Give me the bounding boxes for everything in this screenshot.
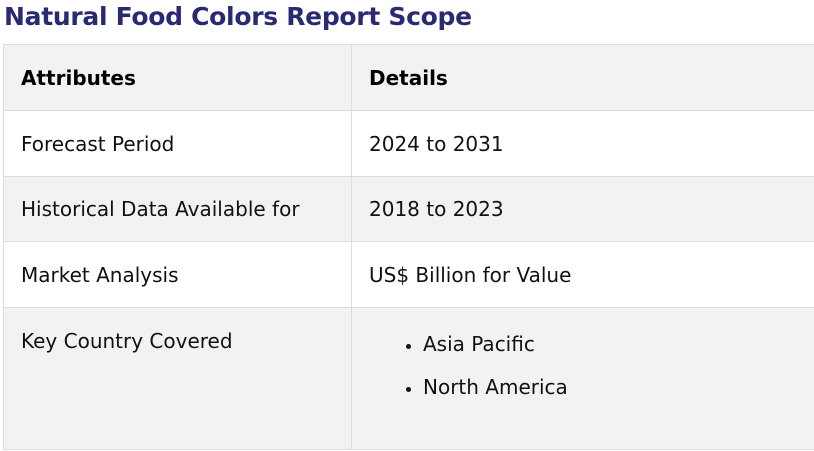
list-item: Asia Pacific — [423, 332, 814, 375]
attribute-cell: Market Analysis — [3, 241, 352, 308]
detail-cell: 2018 to 2023 — [351, 176, 814, 242]
list-item: North America — [423, 375, 814, 418]
attribute-cell: Key Country Covered — [3, 307, 352, 450]
detail-cell: US$ Billion for Value — [351, 241, 814, 308]
page-title: Natural Food Colors Report Scope — [4, 2, 472, 31]
table-header-row: Attributes Details — [3, 44, 814, 111]
table-row: Historical Data Available for 2018 to 20… — [3, 176, 814, 242]
country-list: Asia Pacific North America — [369, 332, 814, 418]
table-row: Market Analysis US$ Billion for Value — [3, 241, 814, 308]
table-row: Forecast Period 2024 to 2031 — [3, 110, 814, 177]
column-header-details: Details — [351, 44, 814, 111]
attribute-cell: Forecast Period — [3, 110, 352, 177]
column-header-attributes: Attributes — [3, 44, 352, 111]
report-scope-table: Attributes Details Forecast Period 2024 … — [3, 44, 814, 450]
attribute-cell: Historical Data Available for — [3, 176, 352, 242]
table-row: Key Country Covered Asia Pacific North A… — [3, 307, 814, 450]
detail-cell: Asia Pacific North America — [351, 307, 814, 450]
detail-cell: 2024 to 2031 — [351, 110, 814, 177]
